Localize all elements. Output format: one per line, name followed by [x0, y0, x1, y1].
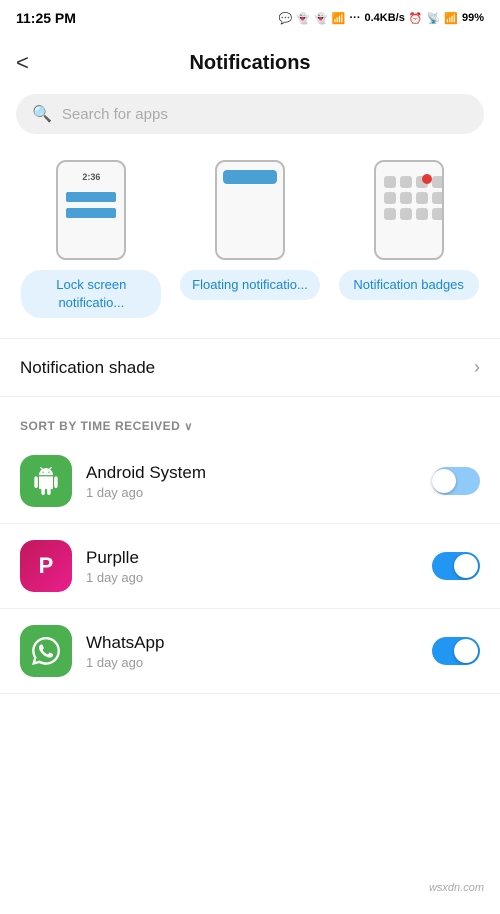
purplle-icon: P [20, 540, 72, 592]
whatsapp-info: WhatsApp 1 day ago [86, 633, 418, 670]
android-system-time: 1 day ago [86, 485, 418, 500]
snapchat2-icon: 👻 [314, 12, 328, 25]
signal-icon: 📡 [427, 12, 441, 25]
whatsapp-app-icon [20, 625, 72, 677]
floating-notif-card[interactable]: Floating notificatio... [180, 160, 320, 318]
page-title: Notifications [189, 52, 310, 75]
notification-shade-label: Notification shade [20, 358, 155, 378]
lock-screen-card[interactable]: 2:36 Lock screen notificatio... [21, 160, 161, 318]
floating-phone-icon [215, 160, 285, 260]
battery: 99% [462, 12, 484, 24]
badges-label: Notification badges [339, 270, 479, 300]
watermark: wsxdn.com [429, 882, 484, 894]
search-bar[interactable]: 🔍 Search for apps [16, 94, 484, 134]
android-system-name: Android System [86, 463, 418, 483]
search-icon: 🔍 [32, 104, 52, 124]
sort-arrow-icon: ∨ [184, 420, 193, 433]
badges-card[interactable]: Notification badges [339, 160, 479, 318]
search-input[interactable]: Search for apps [62, 106, 168, 123]
status-time: 11:25 PM [16, 10, 76, 26]
chevron-right-icon: › [474, 357, 480, 378]
sim-icon: 📶 [332, 12, 346, 25]
whatsapp-toggle[interactable] [432, 637, 480, 665]
network-speed: 0.4KB/s [365, 12, 405, 24]
lock-screen-label: Lock screen notificatio... [21, 270, 161, 318]
app-list: Android System 1 day ago P Purplle 1 day… [0, 439, 500, 694]
floating-label: Floating notificatio... [180, 270, 320, 300]
snapchat-icon: 👻 [296, 12, 310, 25]
badge-phone-icon [374, 160, 444, 260]
lock-screen-phone-icon: 2:36 [56, 160, 126, 260]
android-system-icon [20, 455, 72, 507]
purplle-time: 1 day ago [86, 570, 418, 585]
wifi-icon: 📶 [444, 12, 458, 25]
alarm-icon: ⏰ [409, 12, 423, 25]
back-button[interactable]: < [16, 46, 37, 80]
dots-icon: ··· [350, 12, 361, 24]
notification-type-cards: 2:36 Lock screen notificatio... Floating… [0, 150, 500, 338]
status-icons: 💬 👻 👻 📶 ··· 0.4KB/s ⏰ 📡 📶 99% [279, 12, 484, 25]
android-system-info: Android System 1 day ago [86, 463, 418, 500]
app-row-purplle[interactable]: P Purplle 1 day ago [0, 524, 500, 609]
app-row-android[interactable]: Android System 1 day ago [0, 439, 500, 524]
header: < Notifications [0, 36, 500, 94]
purplle-name: Purplle [86, 548, 418, 568]
android-system-toggle[interactable] [432, 467, 480, 495]
purplle-info: Purplle 1 day ago [86, 548, 418, 585]
sort-section: SORT BY TIME RECEIVED ∨ [0, 405, 500, 439]
whatsapp-name: WhatsApp [86, 633, 418, 653]
sort-label[interactable]: SORT BY TIME RECEIVED ∨ [20, 419, 480, 433]
search-container: 🔍 Search for apps [0, 94, 500, 150]
whatsapp-icon: 💬 [279, 12, 293, 25]
status-bar: 11:25 PM 💬 👻 👻 📶 ··· 0.4KB/s ⏰ 📡 📶 99% [0, 0, 500, 36]
whatsapp-time: 1 day ago [86, 655, 418, 670]
app-row-whatsapp[interactable]: WhatsApp 1 day ago [0, 609, 500, 694]
notification-shade-row[interactable]: Notification shade › [0, 338, 500, 397]
purplle-toggle[interactable] [432, 552, 480, 580]
